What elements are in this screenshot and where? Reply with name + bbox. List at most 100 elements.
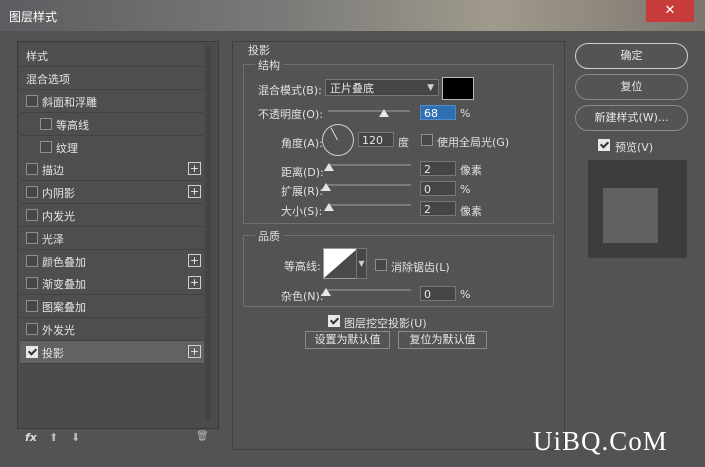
style-item[interactable]: 图案叠加 — [20, 295, 204, 319]
size-input[interactable]: 2 — [420, 201, 456, 216]
style-list-scrollbar[interactable] — [205, 46, 211, 422]
noise-input[interactable]: 0 — [420, 286, 456, 301]
size-unit: 像素 — [460, 205, 482, 218]
blend-options-item[interactable]: 混合选项 — [20, 67, 204, 90]
distance-input[interactable]: 2 — [420, 161, 456, 176]
ok-button[interactable]: 确定 — [575, 43, 688, 69]
noise-unit: % — [460, 288, 471, 301]
style-item[interactable]: 描边 + — [20, 158, 204, 182]
style-item[interactable]: 内阴影 + — [20, 181, 204, 205]
style-item[interactable]: 斜面和浮雕 — [20, 90, 204, 113]
add-effect-plus-icon[interactable]: + — [188, 276, 201, 290]
style-item-label: 内发光 — [42, 210, 75, 223]
style-item-checkbox[interactable] — [40, 117, 52, 130]
preview-checkbox[interactable] — [598, 139, 610, 151]
distance-slider-thumb[interactable] — [324, 163, 334, 171]
opacity-slider-thumb[interactable] — [378, 109, 389, 117]
style-item[interactable]: 内发光 — [20, 204, 204, 227]
fx-icon[interactable]: fx — [25, 431, 37, 444]
reset-button[interactable]: 复位 — [575, 74, 688, 100]
distance-unit: 像素 — [460, 164, 482, 177]
quality-title: 品质 — [255, 228, 283, 244]
style-item-checkbox[interactable] — [26, 277, 38, 290]
size-slider-track[interactable] — [327, 204, 411, 206]
style-item-label: 图案叠加 — [42, 301, 86, 315]
style-item[interactable]: 光泽 — [20, 226, 204, 250]
contour-dropdown-chevron-icon[interactable]: ▼ — [356, 248, 367, 279]
noise-slider-thumb[interactable] — [321, 288, 331, 296]
style-item[interactable]: 渐变叠加 + — [20, 272, 204, 296]
style-item[interactable]: 纹理 — [20, 135, 204, 159]
style-preview-swatch — [603, 188, 658, 243]
window-title: 图层样式 — [9, 10, 58, 24]
watermark: UiBQ.CoM — [533, 426, 668, 456]
add-effect-plus-icon[interactable]: + — [188, 344, 201, 358]
style-item-label: 外发光 — [42, 324, 75, 337]
style-item-label: 等高线 — [56, 118, 89, 132]
blend-mode-value: 正片叠底 — [330, 82, 374, 95]
blend-mode-select[interactable]: 正片叠底 ▼ — [325, 79, 439, 96]
style-item-checkbox[interactable] — [26, 186, 38, 199]
opacity-slider-track[interactable] — [328, 110, 410, 112]
style-item[interactable]: 投影 + — [20, 340, 204, 364]
style-item-checkbox[interactable] — [26, 300, 38, 313]
style-item-checkbox[interactable] — [26, 209, 38, 221]
style-item-checkbox[interactable] — [26, 254, 38, 267]
size-slider-thumb[interactable] — [324, 203, 334, 211]
style-item-checkbox[interactable] — [26, 323, 38, 335]
spread-slider-thumb[interactable] — [321, 183, 331, 191]
angle-label: 角度(A): — [281, 137, 323, 150]
opacity-unit: % — [460, 107, 471, 120]
preview-label: 预览(V) — [615, 141, 654, 154]
reset-default-button[interactable]: 复位为默认值 — [398, 331, 487, 349]
opacity-input[interactable]: 68 — [420, 105, 456, 120]
make-default-button[interactable]: 设置为默认值 — [305, 331, 390, 349]
noise-slider-track[interactable] — [327, 289, 411, 291]
chevron-down-icon: ▼ — [427, 83, 434, 93]
style-item-label: 描边 — [42, 164, 64, 178]
section-title: 投影 — [248, 44, 270, 57]
style-item[interactable]: 等高线 — [20, 112, 204, 136]
blend-mode-label: 混合模式(B): — [258, 84, 322, 97]
anti-alias-checkbox[interactable] — [375, 259, 387, 271]
style-item[interactable]: 颜色叠加 + — [20, 249, 204, 273]
trash-icon[interactable]: 🗑 — [196, 431, 209, 442]
style-item-label: 纹理 — [56, 141, 78, 155]
global-light-checkbox[interactable] — [421, 134, 433, 146]
style-item-label: 投影 — [42, 346, 64, 360]
add-effect-plus-icon[interactable]: + — [188, 253, 201, 267]
angle-unit: 度 — [398, 136, 409, 149]
style-list-panel: 样式 混合选项 斜面和浮雕 等高线 纹理 描边 + 内阴影 + 内发光 光泽 颜色叠加 + 渐变叠加 +… — [17, 41, 219, 429]
knockout-checkbox[interactable] — [328, 315, 340, 327]
shadow-color-swatch[interactable] — [442, 77, 474, 100]
knockout-label: 图层挖空投影(U) — [344, 317, 427, 330]
style-item-label: 渐变叠加 — [42, 278, 86, 292]
style-item-checkbox[interactable] — [26, 163, 38, 176]
spread-input[interactable]: 0 — [420, 181, 456, 196]
contour-picker[interactable] — [323, 248, 358, 279]
add-effect-plus-icon[interactable]: + — [188, 185, 201, 199]
style-list-header[interactable]: 样式 — [20, 44, 204, 67]
distance-label: 距离(D): — [281, 166, 324, 179]
style-item-checkbox[interactable] — [40, 140, 52, 153]
style-item-checkbox[interactable] — [26, 231, 38, 244]
contour-curve-icon — [324, 249, 357, 278]
blend-options-label: 混合选项 — [26, 73, 70, 86]
angle-dial[interactable] — [322, 124, 354, 156]
distance-slider-track[interactable] — [327, 164, 411, 166]
window-titlebar — [0, 0, 705, 31]
move-down-icon[interactable]: ⬇ — [71, 431, 80, 444]
global-light-label: 使用全局光(G) — [437, 136, 510, 149]
style-item[interactable]: 外发光 — [20, 318, 204, 341]
spread-slider-track[interactable] — [327, 184, 411, 186]
new-style-button[interactable]: 新建样式(W)... — [575, 105, 688, 131]
style-item-checkbox[interactable] — [26, 345, 38, 358]
contour-label: 等高线: — [284, 260, 321, 273]
style-item-checkbox[interactable] — [26, 95, 38, 107]
close-button[interactable]: ✕ — [646, 0, 694, 22]
move-up-icon[interactable]: ⬆ — [49, 431, 58, 444]
spread-unit: % — [460, 183, 471, 196]
add-effect-plus-icon[interactable]: + — [188, 162, 201, 176]
opacity-label: 不透明度(O): — [258, 108, 323, 121]
angle-input[interactable]: 120 — [358, 132, 394, 147]
